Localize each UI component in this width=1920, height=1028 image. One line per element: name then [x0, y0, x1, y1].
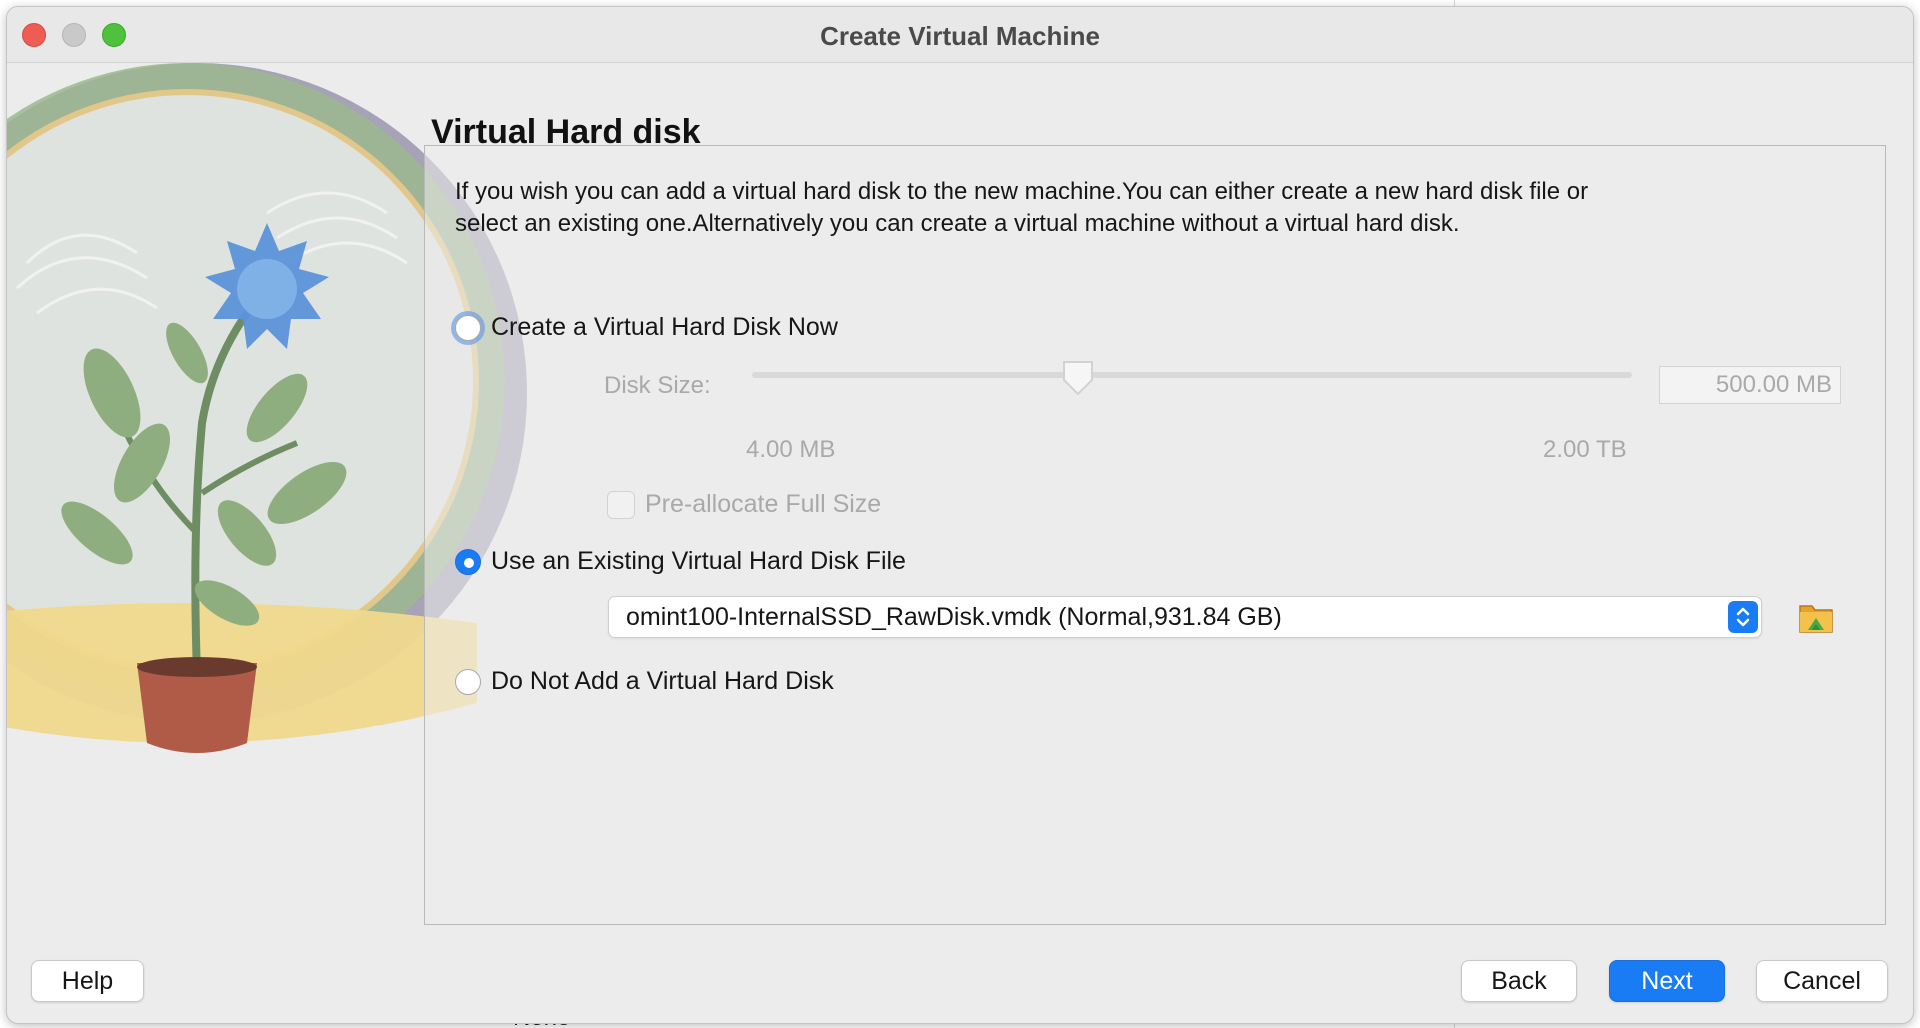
choose-disk-file-button[interactable] — [1796, 598, 1836, 636]
preallocate-label: Pre-allocate Full Size — [645, 490, 882, 518]
existing-disk-value: omint100-InternalSSD_RawDisk.vmdk (Norma… — [626, 603, 1282, 631]
disk-size-min-label: 4.00 MB — [746, 436, 836, 463]
options-panel — [424, 145, 1886, 925]
preallocate-checkbox[interactable] — [607, 490, 635, 519]
back-button[interactable]: Back — [1461, 960, 1577, 1002]
folder-open-icon — [1799, 605, 1833, 633]
disk-size-slider-thumb[interactable] — [1062, 360, 1094, 396]
help-button[interactable]: Help — [31, 960, 144, 1002]
option-no-disk[interactable]: Do Not Add a Virtual Hard Disk — [455, 667, 834, 696]
preallocate-option[interactable]: Pre-allocate Full Size — [607, 490, 881, 519]
option-use-existing[interactable]: Use an Existing Virtual Hard Disk File — [455, 547, 906, 576]
no-disk-radio[interactable] — [455, 668, 481, 695]
create-new-radio[interactable] — [455, 314, 481, 341]
next-button[interactable]: Next — [1609, 960, 1725, 1002]
cancel-button[interactable]: Cancel — [1756, 960, 1888, 1002]
no-disk-label: Do Not Add a Virtual Hard Disk — [491, 667, 834, 695]
up-down-arrows-icon — [1728, 601, 1758, 633]
use-existing-radio[interactable] — [455, 548, 481, 575]
option-create-new[interactable]: Create a Virtual Hard Disk Now — [455, 313, 838, 342]
title-bar: Create Virtual Machine — [7, 7, 1913, 63]
existing-disk-select[interactable]: omint100-InternalSSD_RawDisk.vmdk (Norma… — [608, 596, 1762, 638]
disk-size-input[interactable]: 500.00 MB — [1659, 366, 1841, 404]
disk-size-max-label: 2.00 TB — [1543, 436, 1627, 463]
use-existing-label: Use an Existing Virtual Hard Disk File — [491, 547, 906, 575]
disk-size-slider[interactable] — [752, 372, 1632, 378]
create-new-label: Create a Virtual Hard Disk Now — [491, 313, 838, 341]
window-title: Create Virtual Machine — [820, 21, 1100, 51]
page-description: If you wish you can add a virtual hard d… — [455, 178, 1589, 237]
disk-size-label: Disk Size: — [604, 372, 711, 399]
